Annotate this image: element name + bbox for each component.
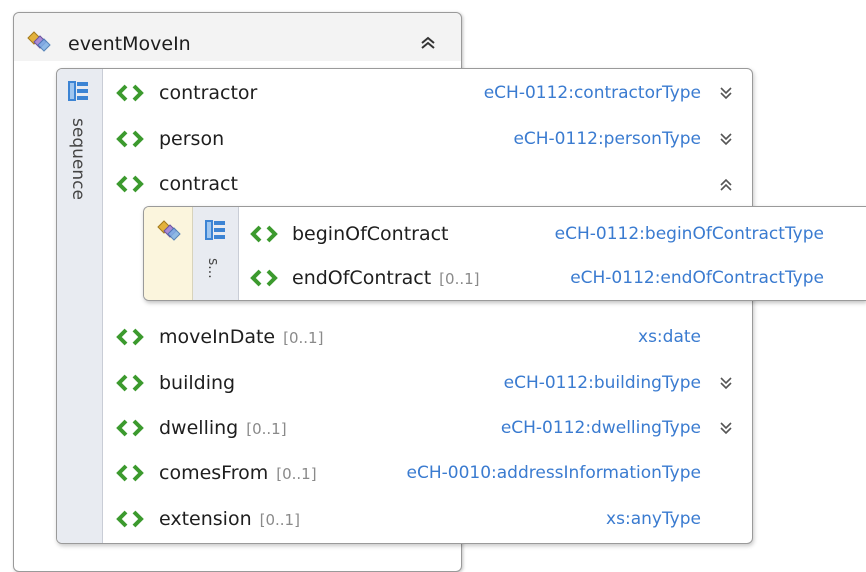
element-title: eventMoveIn <box>68 33 191 55</box>
expand-button[interactable] <box>717 128 735 150</box>
element-type: eCH-0112:contractorType <box>483 83 701 103</box>
expand-button[interactable] <box>717 82 735 104</box>
element-name: endOfContract <box>292 267 432 289</box>
element-name: contract <box>159 173 238 195</box>
element-type: eCH-0112:personType <box>513 129 701 149</box>
element-icon <box>116 130 144 148</box>
chevron-down-icon <box>720 377 732 390</box>
element-icon <box>250 225 278 243</box>
chevron-up-icon <box>720 178 732 191</box>
element-icon <box>250 269 278 287</box>
element-type: xs:date <box>638 327 701 347</box>
chevron-down-icon <box>720 133 732 146</box>
contract-sequence-label: s... <box>205 258 221 279</box>
element-icon <box>116 175 144 193</box>
element-name: extension <box>159 508 252 530</box>
element-type: eCH-0010:addressInformationType <box>406 463 701 483</box>
complex-type-icon <box>157 220 181 241</box>
element-icon <box>116 510 144 528</box>
cardinality: [0..1] <box>439 270 480 288</box>
sequence-icon <box>68 81 88 101</box>
cardinality: [0..1] <box>246 420 287 438</box>
cardinality: [0..1] <box>259 511 300 529</box>
element-name: beginOfContract <box>292 223 449 245</box>
collapse-button[interactable] <box>418 30 438 54</box>
element-type: eCH-0112:beginOfContractType <box>554 224 824 244</box>
element-type: xs:anyType <box>606 509 701 529</box>
chevron-up-icon <box>421 36 435 49</box>
chevron-down-icon <box>720 87 732 100</box>
sequence-icon <box>205 220 225 240</box>
element-name: comesFrom <box>159 462 269 484</box>
element-name: contractor <box>159 82 258 104</box>
element-icon <box>116 464 144 482</box>
element-icon <box>116 84 144 102</box>
sequence-label: sequence <box>68 118 88 200</box>
complex-type-icon <box>27 31 51 52</box>
element-type: eCH-0112:endOfContractType <box>570 268 824 288</box>
element-icon <box>116 328 144 346</box>
element-type: eCH-0112:buildingType <box>503 373 701 393</box>
element-name: building <box>159 372 236 394</box>
element-name: person <box>159 128 225 150</box>
element-type: eCH-0112:dwellingType <box>500 418 701 438</box>
expand-button[interactable] <box>717 417 735 439</box>
expand-button[interactable] <box>717 372 735 394</box>
collapse-button[interactable] <box>717 173 735 195</box>
element-icon <box>116 374 144 392</box>
element-name: dwelling <box>159 417 239 439</box>
element-icon <box>116 419 144 437</box>
chevron-down-icon <box>720 422 732 435</box>
element-name: moveInDate <box>159 326 276 348</box>
cardinality: [0..1] <box>276 465 317 483</box>
cardinality: [0..1] <box>283 329 324 347</box>
